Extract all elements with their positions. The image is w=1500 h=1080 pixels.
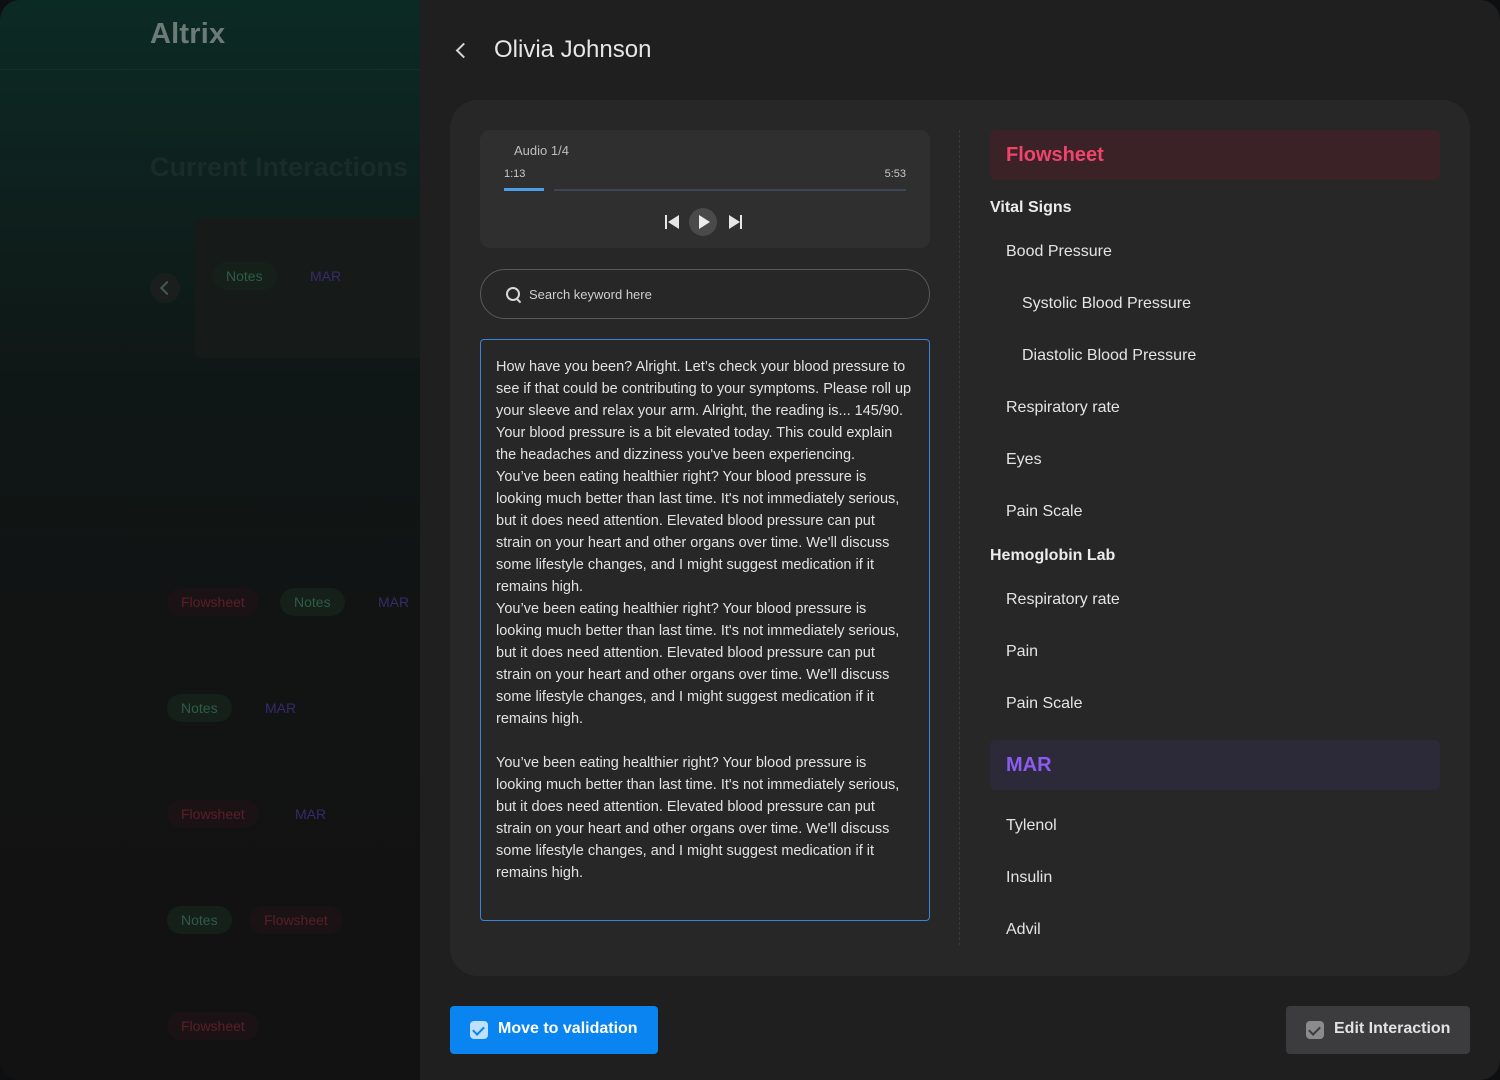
keyword-search <box>480 269 930 319</box>
audio-progress-track[interactable] <box>504 187 906 193</box>
item-diastolic-blood-pressure[interactable]: Diastolic Blood Pressure <box>1022 347 1196 365</box>
move-to-validation-button[interactable]: Move to validation <box>450 1006 658 1054</box>
chip-notes: Notes <box>212 262 277 290</box>
item-respiratory-rate[interactable]: Respiratory rate <box>1006 591 1120 609</box>
item-respiratory-rate[interactable]: Respiratory rate <box>1006 399 1120 417</box>
chip-notes: Notes <box>167 906 232 934</box>
current-time: 1:13 <box>504 168 526 180</box>
background-back-icon <box>150 273 180 303</box>
edit-interaction-button[interactable]: Edit Interaction <box>1286 1006 1470 1054</box>
skip-forward-icon[interactable] <box>728 208 744 236</box>
edit-interaction-label: Edit Interaction <box>1334 1020 1451 1037</box>
chip-mar: MAR <box>378 594 410 610</box>
chip-flowsheet: Flowsheet <box>167 1012 259 1040</box>
transcript-box[interactable]: How have you been? Alright. Let’s check … <box>480 339 930 921</box>
chip-flowsheet: Flowsheet <box>167 588 259 616</box>
play-icon[interactable] <box>689 208 717 236</box>
chip-flowsheet: Flowsheet <box>250 906 342 934</box>
audio-label: Audio 1/4 <box>514 143 569 158</box>
search-input[interactable] <box>529 282 909 306</box>
chip-mar: MAR <box>265 700 297 716</box>
chip-mar: MAR <box>295 806 327 822</box>
interaction-detail-panel: Olivia Johnson Audio 1/4 1:13 5:53 How h… <box>420 0 1500 1080</box>
check-icon <box>1306 1021 1324 1039</box>
item-pain-scale[interactable]: Pain Scale <box>1006 695 1083 713</box>
transcript-paragraph: How have you been? Alright. Let’s check … <box>496 359 912 463</box>
check-icon <box>470 1021 488 1039</box>
transcript-paragraph: You’ve been eating healthier right? Your… <box>496 469 900 595</box>
page-title: Olivia Johnson <box>494 36 652 63</box>
flowsheet-header[interactable]: Flowsheet <box>990 130 1440 180</box>
move-to-validation-label: Move to validation <box>498 1020 638 1037</box>
chip-notes: Notes <box>280 588 345 616</box>
chip-mar: MAR <box>310 268 342 284</box>
chip-flowsheet: Flowsheet <box>167 800 259 828</box>
content-card: Audio 1/4 1:13 5:53 How have you been? A… <box>450 100 1470 976</box>
item-pain[interactable]: Pain <box>1006 643 1038 661</box>
item-eyes[interactable]: Eyes <box>1006 451 1042 469</box>
vital-signs-title: Vital Signs <box>990 199 1072 216</box>
app-logo: Altrix <box>150 18 226 50</box>
column-divider <box>959 130 960 945</box>
item-systolic-blood-pressure[interactable]: Systolic Blood Pressure <box>1022 295 1191 313</box>
item-advil[interactable]: Advil <box>1006 921 1041 939</box>
transcript-paragraph: You’ve been eating healthier right? Your… <box>496 755 900 881</box>
back-arrow-icon[interactable] <box>450 36 474 64</box>
total-time: 5:53 <box>884 168 906 180</box>
background-heading: Current Interactions <box>150 152 409 182</box>
playback-controls <box>664 208 746 236</box>
transcript-paragraph: You’ve been eating healthier right? Your… <box>496 601 900 727</box>
item-pain-scale[interactable]: Pain Scale <box>1006 503 1083 521</box>
background-header: Altrix <box>0 0 430 70</box>
item-tylenol[interactable]: Tylenol <box>1006 817 1057 835</box>
skip-back-icon[interactable] <box>664 208 680 236</box>
audio-player: Audio 1/4 1:13 5:53 <box>480 130 930 248</box>
audio-progress-fill <box>504 188 544 191</box>
chip-notes: Notes <box>167 694 232 722</box>
item-blood-pressure[interactable]: Bood Pressure <box>1006 243 1112 261</box>
item-insulin[interactable]: Insulin <box>1006 869 1052 887</box>
background-app: Altrix Current Interactions Notes MAR Fl… <box>0 0 430 1080</box>
audio-progress-gap <box>544 187 554 193</box>
mar-header[interactable]: MAR <box>990 740 1440 790</box>
hemoglobin-lab-title: Hemoglobin Lab <box>990 547 1116 564</box>
search-icon <box>506 287 520 301</box>
